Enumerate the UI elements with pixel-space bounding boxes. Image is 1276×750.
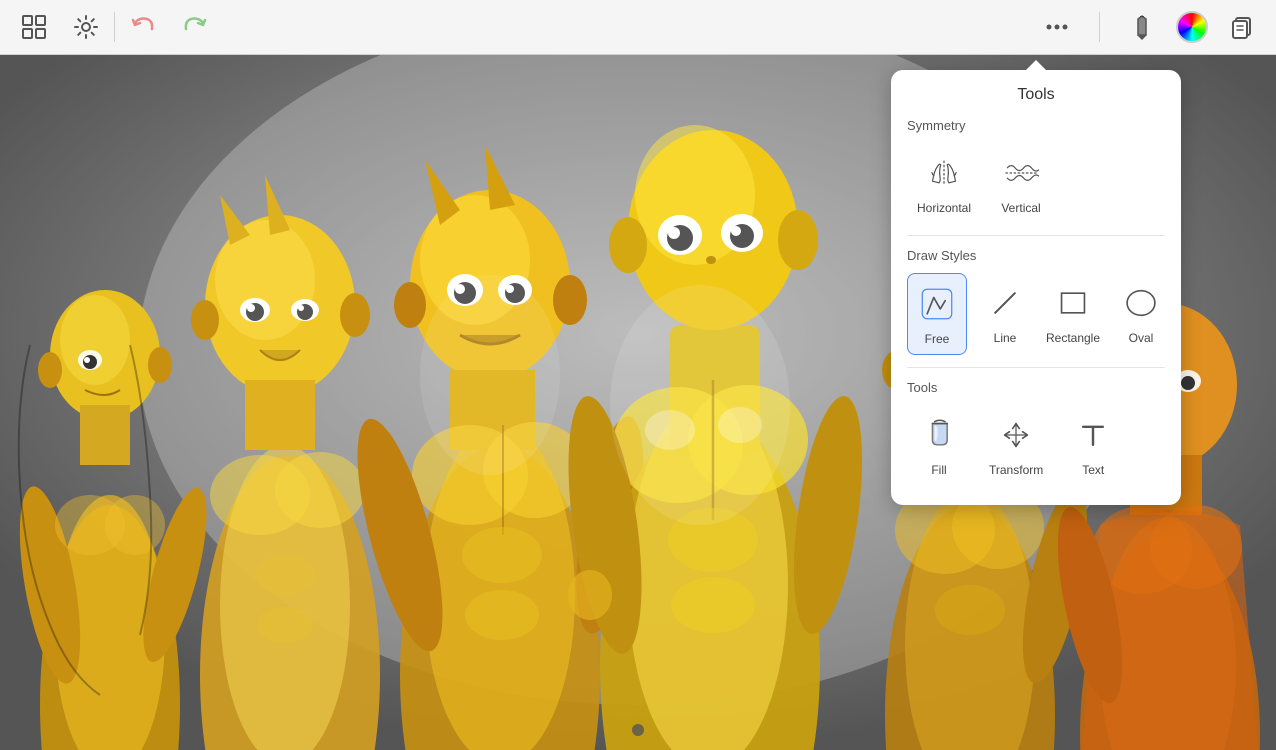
vertical-symmetry-icon <box>999 151 1043 195</box>
draw-style-line-tool[interactable]: Line <box>975 273 1035 353</box>
panel-title: Tools <box>907 86 1165 104</box>
horizontal-symmetry-icon <box>922 151 966 195</box>
free-draw-icon <box>915 282 959 326</box>
toolbar-left <box>16 9 104 45</box>
pen-button[interactable] <box>1124 9 1160 45</box>
symmetry-section-label: Symmetry <box>907 118 1165 133</box>
oval-draw-label: Oval <box>1129 331 1154 345</box>
toolbar-right <box>1039 9 1260 45</box>
draw-style-rectangle-tool[interactable]: Rectangle <box>1043 273 1103 353</box>
draw-styles-row: Free Line Rectangle <box>907 273 1165 355</box>
fill-icon <box>917 413 961 457</box>
settings-button[interactable] <box>68 9 104 45</box>
draw-styles-section-label: Draw Styles <box>907 248 1165 263</box>
toolbar-center <box>125 9 213 45</box>
more-icon <box>1043 13 1071 41</box>
right-divider <box>1099 12 1100 42</box>
oval-draw-icon <box>1119 281 1163 325</box>
tools-row: Fill Transform <box>907 405 1165 485</box>
free-draw-label: Free <box>925 332 950 346</box>
more-button[interactable] <box>1039 9 1075 45</box>
settings-icon <box>72 13 100 41</box>
rectangle-draw-icon <box>1051 281 1095 325</box>
transform-tool[interactable]: Transform <box>979 405 1053 485</box>
draw-style-oval-tool[interactable]: Oval <box>1111 273 1171 353</box>
redo-button[interactable] <box>177 9 213 45</box>
fill-label: Fill <box>931 463 946 477</box>
fill-tool[interactable]: Fill <box>907 405 971 485</box>
undo-icon <box>129 13 157 41</box>
transform-label: Transform <box>989 463 1043 477</box>
pages-icon <box>1228 13 1256 41</box>
toolbar-divider <box>114 12 115 42</box>
tools-section-label: Tools <box>907 380 1165 395</box>
text-tool[interactable]: Text <box>1061 405 1125 485</box>
rectangle-draw-label: Rectangle <box>1046 331 1100 345</box>
divider-2 <box>907 367 1165 368</box>
redo-icon <box>181 13 209 41</box>
text-tool-icon <box>1071 413 1115 457</box>
grid-icon <box>20 13 48 41</box>
transform-icon <box>994 413 1038 457</box>
symmetry-row: Horizontal Vertical <box>907 143 1165 223</box>
pen-icon <box>1128 13 1156 41</box>
color-wheel[interactable] <box>1176 11 1208 43</box>
text-label: Text <box>1082 463 1104 477</box>
divider-1 <box>907 235 1165 236</box>
grid-button[interactable] <box>16 9 52 45</box>
pages-button[interactable] <box>1224 9 1260 45</box>
toolbar <box>0 0 1276 55</box>
vertical-symmetry-label: Vertical <box>1001 201 1040 215</box>
symmetry-horizontal-tool[interactable]: Horizontal <box>907 143 981 223</box>
horizontal-symmetry-label: Horizontal <box>917 201 971 215</box>
line-draw-icon <box>983 281 1027 325</box>
draw-style-free-tool[interactable]: Free <box>907 273 967 355</box>
undo-button[interactable] <box>125 9 161 45</box>
line-draw-label: Line <box>994 331 1017 345</box>
symmetry-vertical-tool[interactable]: Vertical <box>989 143 1053 223</box>
tools-panel: Tools Symmetry Horizontal <box>891 70 1181 505</box>
